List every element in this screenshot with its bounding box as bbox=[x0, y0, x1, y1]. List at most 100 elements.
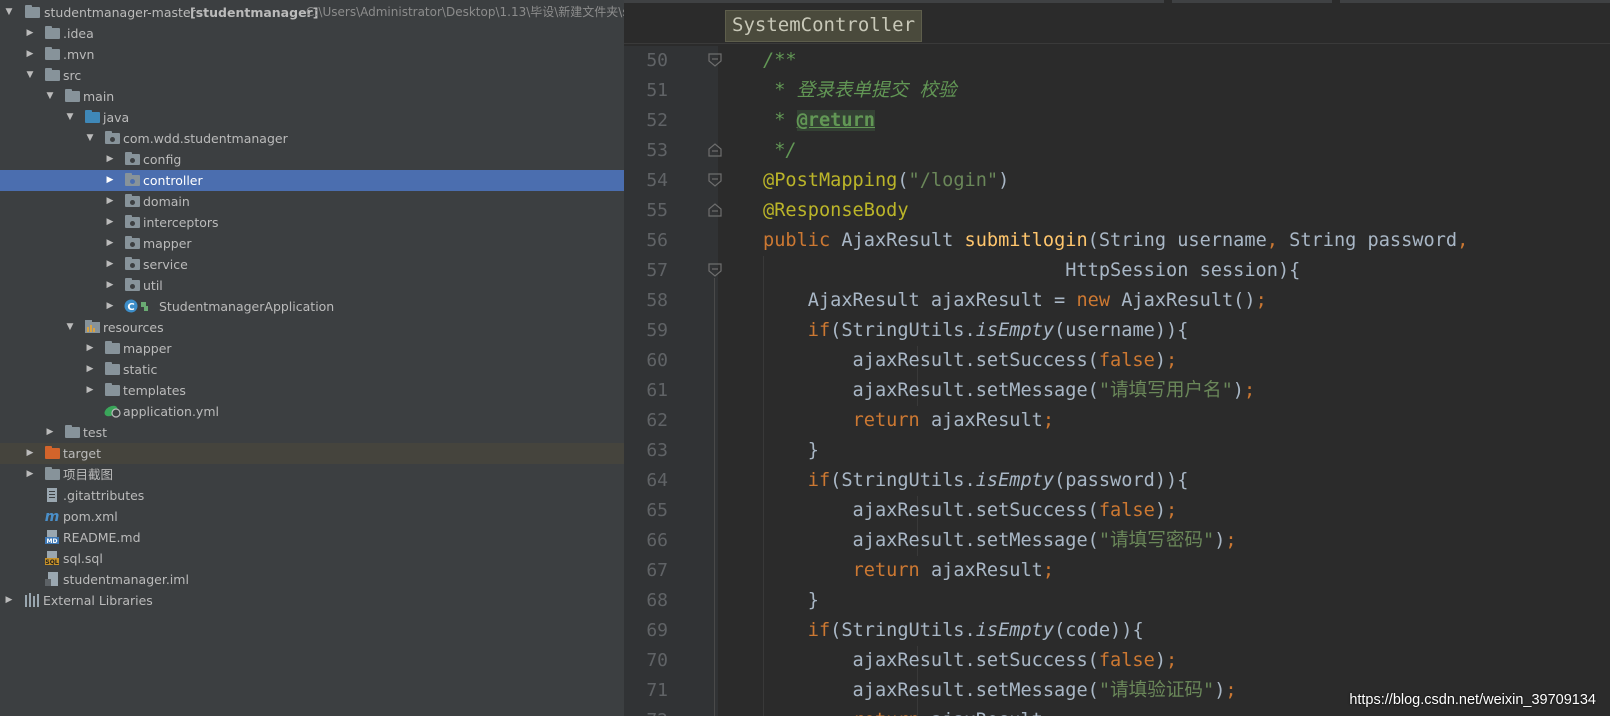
separator: ; bbox=[1255, 290, 1267, 311]
line-number: 54 bbox=[646, 170, 668, 191]
tree-item-main[interactable]: ▼ main bbox=[0, 86, 624, 107]
tree-item-application-yml[interactable]: application.yml bbox=[0, 401, 624, 422]
line-number: 68 bbox=[646, 590, 668, 611]
expand-arrow-icon[interactable]: ▼ bbox=[63, 107, 77, 128]
tree-item-config[interactable]: ▶ config bbox=[0, 149, 624, 170]
tree-item-resources[interactable]: ▼ resources bbox=[0, 317, 624, 338]
tree-item-package-studentmanager[interactable]: ▼ com.wdd.studentmanager bbox=[0, 128, 624, 149]
collapsed-arrow-icon[interactable]: ▶ bbox=[83, 380, 97, 401]
tree-item-label: static bbox=[123, 362, 158, 377]
code-line-62: return ajaxResult; bbox=[763, 406, 1055, 436]
collapsed-arrow-icon[interactable]: ▶ bbox=[103, 275, 117, 296]
code-line-57: HttpSession session){ bbox=[763, 256, 1300, 286]
collapsed-arrow-icon[interactable]: ▶ bbox=[2, 590, 16, 611]
collapsed-arrow-icon[interactable]: ▶ bbox=[103, 296, 117, 317]
folder-icon bbox=[104, 362, 121, 376]
collapsed-arrow-icon[interactable]: ▶ bbox=[23, 443, 37, 464]
separator: ; bbox=[1042, 410, 1055, 431]
separator: ; bbox=[1244, 380, 1256, 401]
tree-item-resources-mapper[interactable]: ▶ mapper bbox=[0, 338, 624, 359]
tree-item-label: application.yml bbox=[123, 404, 219, 419]
code-token: ajaxResult.setSuccess( bbox=[763, 650, 1099, 671]
code-token: ajaxResult.setMessage( bbox=[763, 380, 1099, 401]
tree-item-label: sql.sql bbox=[63, 551, 103, 566]
tree-item-sql[interactable]: SQL sql.sql bbox=[0, 548, 624, 569]
line-number: 67 bbox=[646, 560, 668, 581]
code-token: HttpSession session){ bbox=[763, 260, 1301, 281]
tree-item-templates[interactable]: ▶ templates bbox=[0, 380, 624, 401]
keyword: if bbox=[807, 470, 831, 491]
expand-arrow-icon[interactable]: ▼ bbox=[63, 317, 77, 338]
line-number: 70 bbox=[646, 650, 668, 671]
tree-item-target[interactable]: ▶ target bbox=[0, 443, 624, 464]
code-token: ) bbox=[1154, 350, 1167, 371]
collapsed-arrow-icon[interactable]: ▶ bbox=[103, 233, 117, 254]
tree-item-static[interactable]: ▶ static bbox=[0, 359, 624, 380]
tree-root-studentmanager-master[interactable]: ▼ studentmanager-master [studentmanager]… bbox=[0, 2, 624, 23]
tree-item-interceptors[interactable]: ▶ interceptors bbox=[0, 212, 624, 233]
breadcrumb-class-name[interactable]: SystemController bbox=[725, 10, 923, 42]
tree-item-util[interactable]: ▶ util bbox=[0, 275, 624, 296]
collapsed-arrow-icon[interactable]: ▶ bbox=[83, 359, 97, 380]
static-method: isEmpty bbox=[975, 470, 1055, 491]
tree-item-label: 项目截图 bbox=[63, 467, 114, 482]
expand-arrow-icon[interactable]: ▼ bbox=[83, 128, 97, 149]
tree-item-gitattributes[interactable]: .gitattributes bbox=[0, 485, 624, 506]
folder-icon bbox=[44, 47, 61, 61]
collapsed-arrow-icon[interactable]: ▶ bbox=[23, 44, 37, 65]
doc-comment: /** bbox=[763, 50, 797, 71]
package-icon bbox=[124, 152, 141, 166]
line-number: 53 bbox=[646, 140, 668, 161]
doc-comment: */ bbox=[763, 140, 797, 161]
code-token: AjaxResult() bbox=[1121, 290, 1256, 311]
collapsed-arrow-icon[interactable]: ▶ bbox=[103, 170, 117, 191]
module-name-label: [studentmanager] bbox=[190, 5, 319, 20]
tree-item-label: studentmanager-master bbox=[44, 5, 196, 20]
package-icon bbox=[124, 278, 141, 292]
folder-icon bbox=[104, 341, 121, 355]
collapsed-arrow-icon[interactable]: ▶ bbox=[103, 191, 117, 212]
collapsed-arrow-icon[interactable]: ▶ bbox=[43, 422, 57, 443]
tree-item-external-libraries[interactable]: ▶ External Libraries bbox=[0, 590, 624, 611]
collapsed-arrow-icon[interactable]: ▶ bbox=[103, 212, 117, 233]
tree-item-domain[interactable]: ▶ domain bbox=[0, 191, 624, 212]
svg-text:C: C bbox=[127, 302, 134, 313]
collapsed-arrow-icon[interactable]: ▶ bbox=[103, 254, 117, 275]
tree-item-service[interactable]: ▶ service bbox=[0, 254, 624, 275]
tree-item-screenshots[interactable]: ▶ 项目截图 bbox=[0, 464, 624, 485]
collapsed-arrow-icon[interactable]: ▶ bbox=[23, 464, 37, 485]
tree-item-readme[interactable]: MD README.md bbox=[0, 527, 624, 548]
tree-item-mvn[interactable]: ▶ .mvn bbox=[0, 44, 624, 65]
code-line-56: public AjaxResult submitlogin(String use… bbox=[763, 226, 1468, 256]
collapsed-arrow-icon[interactable]: ▶ bbox=[103, 149, 117, 170]
collapsed-arrow-icon[interactable]: ▶ bbox=[83, 338, 97, 359]
code-token: ajaxResult.setMessage( bbox=[763, 680, 1099, 701]
separator: ; bbox=[1225, 680, 1237, 701]
code-area[interactable]: /** * 登录表单提交 校验 * @return */ @PostMappin… bbox=[718, 46, 1610, 716]
expand-arrow-icon[interactable]: ▼ bbox=[23, 65, 37, 86]
expand-arrow-icon[interactable]: ▼ bbox=[2, 2, 16, 23]
line-number: 56 bbox=[646, 230, 668, 251]
tree-item-iml[interactable]: studentmanager.iml bbox=[0, 569, 624, 590]
tree-item-studentmanager-application[interactable]: ▶ C StudentmanagerApplication bbox=[0, 296, 624, 317]
tree-item-mapper[interactable]: ▶ mapper bbox=[0, 233, 624, 254]
keyword: if bbox=[807, 620, 831, 641]
tree-item-controller[interactable]: ▶ controller bbox=[0, 170, 624, 191]
tree-item-java[interactable]: ▼ java bbox=[0, 107, 624, 128]
tree-item-test[interactable]: ▶ test bbox=[0, 422, 624, 443]
project-path-label: C:\Users\Administrator\Desktop\1.13\毕设\新… bbox=[306, 5, 624, 19]
tree-item-pom-xml[interactable]: m pom.xml bbox=[0, 506, 624, 527]
expand-arrow-icon[interactable]: ▼ bbox=[43, 86, 57, 107]
tree-item-label: config bbox=[143, 152, 182, 167]
watermark-text: https://blog.csdn.net/weixin_39709134 bbox=[1349, 692, 1596, 708]
collapsed-arrow-icon[interactable]: ▶ bbox=[23, 23, 37, 44]
line-number-gutter: 50 51 52 53 54 55 56 57 58 59 60 61 62 6… bbox=[624, 46, 722, 716]
tree-item-idea[interactable]: ▶ .idea bbox=[0, 23, 624, 44]
tree-item-src[interactable]: ▼ src bbox=[0, 65, 624, 86]
keyword: return bbox=[853, 710, 931, 716]
code-editor[interactable]: SystemController 50 51 52 53 54 55 56 57… bbox=[624, 0, 1610, 716]
separator: , bbox=[1266, 230, 1290, 251]
keyword: public bbox=[763, 230, 842, 251]
